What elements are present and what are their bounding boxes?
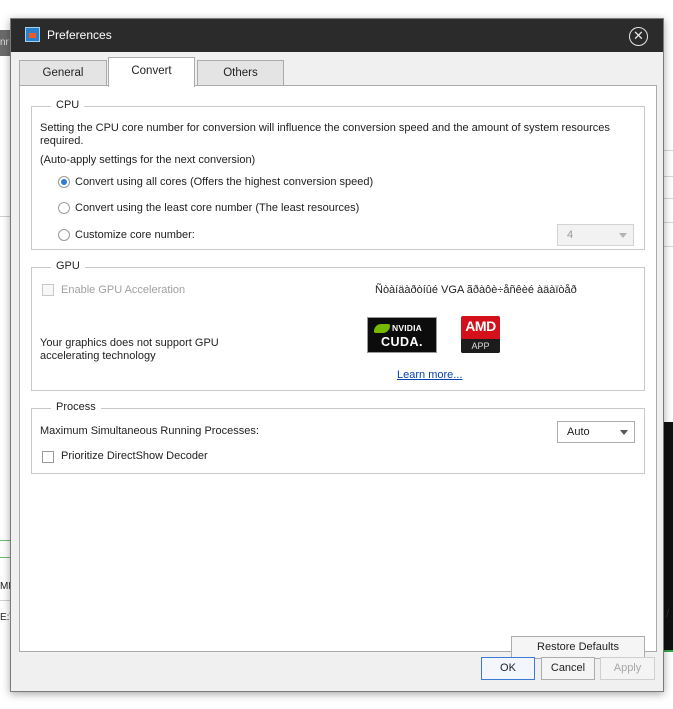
close-icon: ✕	[633, 28, 644, 43]
nvidia-cuda-logo: NVIDIA CUDA.	[367, 317, 437, 353]
tab-convert-label: Convert	[131, 65, 172, 77]
enable-gpu-label[interactable]: Enable GPU Acceleration	[61, 284, 185, 296]
radio-all-cores-label[interactable]: Convert using all cores (Offers the high…	[75, 176, 373, 188]
tab-general-label: General	[42, 67, 84, 79]
ok-button[interactable]: OK	[481, 657, 535, 680]
gpu-not-supported-text: Your graphics does not support GPU accel…	[40, 337, 219, 362]
radio-least-cores-label[interactable]: Convert using the least core number (The…	[75, 202, 359, 214]
radio-least-cores[interactable]	[58, 202, 70, 214]
radio-all-cores[interactable]	[58, 176, 70, 188]
tab-others[interactable]: Others	[197, 60, 284, 86]
nvidia-logo-cuda: CUDA.	[380, 335, 424, 349]
background-divider	[664, 150, 673, 151]
background-divider	[664, 222, 673, 223]
gpu-group: GPU Enable GPU Acceleration Ñòàíäàðòíûé …	[31, 260, 645, 391]
gpu-group-title: GPU	[51, 260, 85, 272]
directshow-checkbox[interactable]	[42, 451, 54, 463]
tab-others-label: Others	[223, 67, 258, 79]
chevron-down-icon	[619, 233, 627, 238]
radio-custom-cores[interactable]	[58, 229, 70, 241]
background-divider	[664, 198, 673, 199]
core-number-value: 4	[567, 229, 574, 241]
background-text-fragment: /	[666, 608, 670, 620]
radio-custom-cores-label[interactable]: Customize core number:	[75, 229, 195, 241]
auto-apply-note: (Auto-apply settings for the next conver…	[40, 154, 256, 166]
graphics-adapter-name: Ñòàíäàðòíûé VGA ãðàôè÷åñêèé àäàïòåð	[375, 284, 577, 296]
directshow-label[interactable]: Prioritize DirectShow Decoder	[61, 450, 208, 462]
amd-logo-app: APP	[461, 339, 500, 353]
nvidia-eye-icon	[374, 324, 390, 333]
enable-gpu-checkbox[interactable]	[42, 284, 54, 296]
cpu-description: Setting the CPU core number for conversi…	[40, 122, 610, 147]
cancel-button[interactable]: Cancel	[541, 657, 595, 680]
background-text-fragment: nr	[0, 37, 9, 48]
background-divider	[664, 246, 673, 247]
max-processes-select[interactable]: Auto	[557, 421, 635, 443]
app-logo-icon	[25, 27, 40, 42]
chevron-down-icon	[620, 430, 628, 435]
max-processes-value: Auto	[567, 426, 590, 438]
cpu-group: CPU Setting the CPU core number for conv…	[31, 99, 645, 250]
close-button[interactable]: ✕	[629, 27, 648, 46]
tab-general[interactable]: General	[19, 60, 107, 86]
process-group: Process Maximum Simultaneous Running Pro…	[31, 401, 645, 474]
restore-defaults-button[interactable]: Restore Defaults	[511, 636, 645, 659]
title-bar[interactable]: Preferences ✕	[11, 19, 663, 52]
background-divider	[664, 176, 673, 177]
cpu-group-title: CPU	[51, 99, 85, 111]
amd-app-logo: AMD APP	[461, 316, 500, 353]
nvidia-logo-name: NVIDIA	[392, 323, 423, 333]
learn-more-link[interactable]: Learn more...	[397, 369, 462, 381]
amd-logo-name: AMD	[465, 318, 496, 334]
apply-button[interactable]: Apply	[600, 657, 655, 680]
background-progress-fragment	[664, 650, 673, 652]
tab-convert[interactable]: Convert	[108, 57, 195, 87]
core-number-select[interactable]: 4	[557, 224, 634, 246]
max-processes-label: Maximum Simultaneous Running Processes:	[40, 425, 259, 437]
convert-tab-panel: CPU Setting the CPU core number for conv…	[19, 85, 657, 659]
process-group-title: Process	[51, 401, 101, 413]
dialog-title: Preferences	[47, 28, 112, 42]
preferences-dialog: Preferences ✕ General Convert Others CPU…	[10, 18, 664, 692]
